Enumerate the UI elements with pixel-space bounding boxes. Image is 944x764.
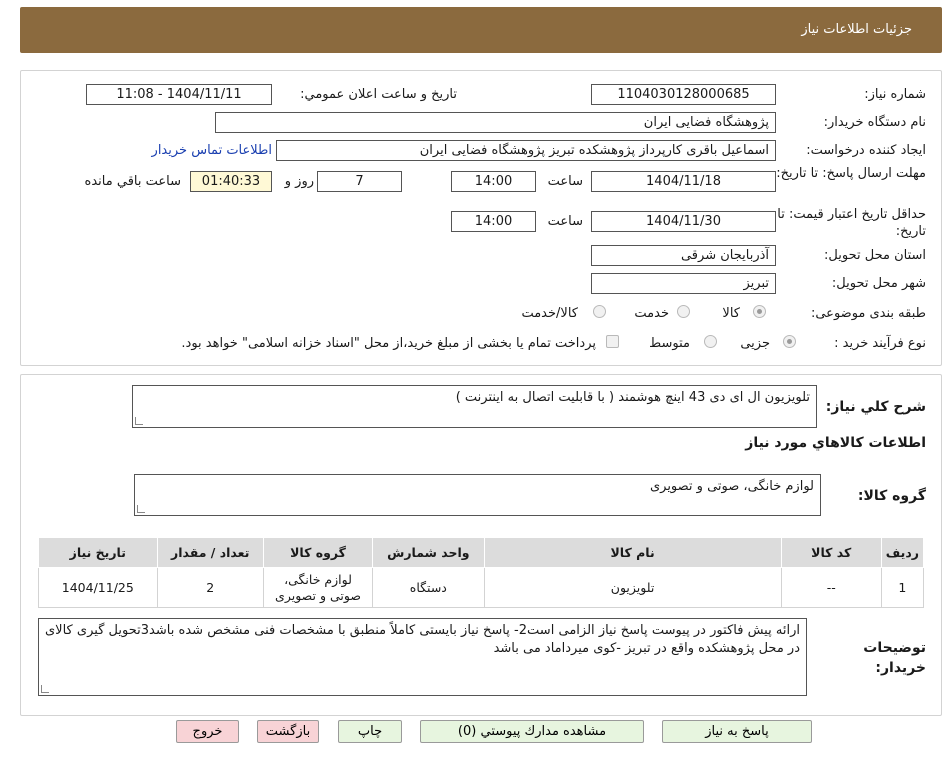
- remaining-label: ساعت باقي مانده: [84, 174, 181, 189]
- summary-text: تلویزیون ال ای دی 43 اینچ هوشمند ( با قا…: [455, 390, 810, 405]
- deadline-time-label: ساعت: [547, 174, 583, 189]
- validity-time-field: 14:00: [451, 211, 536, 232]
- province-field: آذربایجان شرقی: [591, 245, 776, 266]
- goods-table: ردیف کد کالا نام کالا واحد شمارش گروه کا…: [38, 537, 925, 608]
- col-need-date: تاریخ نیاز: [38, 537, 158, 568]
- category-radio-goods[interactable]: [753, 305, 766, 318]
- resize-handle-icon[interactable]: [135, 417, 143, 425]
- city-field: تبریز: [591, 273, 776, 294]
- table-row: 1 -- تلویزیون دستگاه لوازم خانگی، صوتی و…: [38, 567, 925, 608]
- buyer-notes-text: ارائه پیش فاکتور در پیوست پاسخ نیاز الزا…: [45, 623, 800, 656]
- category-option-goods: کالا: [722, 306, 740, 321]
- summary-field: تلویزیون ال ای دی 43 اینچ هوشمند ( با قا…: [132, 385, 817, 428]
- process-radio-medium[interactable]: [704, 335, 717, 348]
- buyer-notes-label: توضیحات خریدار:: [863, 640, 926, 676]
- requester-field: اسماعیل باقری کارپرداز پژوهشکده تبریز پژ…: [276, 140, 776, 161]
- category-radio-service[interactable]: [677, 305, 690, 318]
- col-group: گروه کالا: [262, 537, 374, 568]
- cell-name: تلویزیون: [483, 567, 782, 608]
- col-quantity: تعداد / مقدار: [156, 537, 264, 568]
- deadline-time-field: 14:00: [451, 171, 536, 192]
- cell-unit: دستگاه: [372, 567, 485, 608]
- days-label: روز و: [284, 174, 314, 189]
- city-label: شهر محل تحویل:: [831, 276, 926, 291]
- col-name: نام کالا: [483, 537, 782, 568]
- goods-info-title: اطلاعات کالاهاي مورد نیاز: [745, 435, 926, 451]
- print-button[interactable]: چاپ: [338, 720, 402, 743]
- attachments-button[interactable]: مشاهده مدارك پیوستي (0): [420, 720, 644, 743]
- cell-need-date: 1404/11/25: [38, 567, 158, 608]
- col-code: کد کالا: [780, 537, 882, 568]
- need-number-field: 1104030128000685: [591, 84, 776, 105]
- reply-button[interactable]: پاسخ به نیاز: [662, 720, 812, 743]
- need-number-label: شماره نیاز:: [864, 87, 926, 102]
- validity-date-field: 1404/11/30: [591, 211, 776, 232]
- category-option-goods-service: کالا/خدمت: [521, 306, 578, 321]
- validity-time-label: ساعت: [547, 214, 583, 229]
- deadline-date-field: 1404/11/18: [591, 171, 776, 192]
- remaining-time-field: 01:40:33: [190, 171, 272, 192]
- goods-group-text: لوازم خانگی، صوتی و تصویری: [649, 479, 814, 494]
- process-option-medium: متوسط: [649, 336, 690, 351]
- process-option-minor: جزیی: [740, 336, 770, 351]
- validity-label: حداقل تاریخ اعتبار قیمت: تا تاریخ:: [777, 207, 926, 239]
- category-option-service: خدمت: [634, 306, 669, 321]
- cell-code: --: [780, 567, 882, 608]
- province-label: استان محل تحویل:: [824, 248, 926, 263]
- requester-label: ایجاد کننده درخواست:: [806, 143, 926, 158]
- category-label: طبقه بندی موضوعی:: [810, 306, 926, 321]
- announce-field: 1404/11/11 - 11:08: [86, 84, 272, 105]
- treasury-payment-note: پرداخت تمام یا بخشی از مبلغ خرید،از محل …: [181, 336, 596, 351]
- buyer-org-label: نام دستگاه خریدار:: [823, 115, 926, 130]
- buyer-contact-link[interactable]: اطلاعات تماس خریدار: [152, 143, 272, 158]
- days-field: 7: [317, 171, 402, 192]
- treasury-payment-checkbox[interactable]: [606, 335, 619, 348]
- page-header: جزئیات اطلاعات نیاز: [20, 7, 942, 53]
- buyer-org-field: پژوهشگاه فضایی ایران: [215, 112, 776, 133]
- table-header-row: ردیف کد کالا نام کالا واحد شمارش گروه کا…: [38, 537, 925, 568]
- col-unit: واحد شمارش: [372, 537, 485, 568]
- buyer-notes-field: ارائه پیش فاکتور در پیوست پاسخ نیاز الزا…: [38, 618, 807, 696]
- col-row: ردیف: [880, 537, 925, 568]
- resize-handle-icon[interactable]: [137, 505, 145, 513]
- cell-group: لوازم خانگی، صوتی و تصویری: [262, 567, 374, 608]
- process-label: نوع فرآیند خرید :: [834, 336, 926, 351]
- category-radio-goods-service[interactable]: [593, 305, 606, 318]
- process-radio-minor[interactable]: [783, 335, 796, 348]
- cell-quantity: 2: [156, 567, 264, 608]
- deadline-label: مهلت ارسال پاسخ: تا تاریخ:: [776, 166, 926, 181]
- goods-group-label: گروه کالا:: [857, 488, 926, 504]
- exit-button[interactable]: خروج: [176, 720, 239, 743]
- back-button[interactable]: بازگشت: [257, 720, 319, 743]
- goods-group-field: لوازم خانگی، صوتی و تصویری: [134, 474, 821, 516]
- cell-row: 1: [880, 567, 925, 608]
- summary-label: شرح کلي نیاز:: [825, 399, 926, 415]
- announce-label: تاریخ و ساعت اعلان عمومي:: [300, 87, 457, 102]
- page-title: جزئیات اطلاعات نیاز: [801, 22, 912, 37]
- resize-handle-icon[interactable]: [41, 685, 49, 693]
